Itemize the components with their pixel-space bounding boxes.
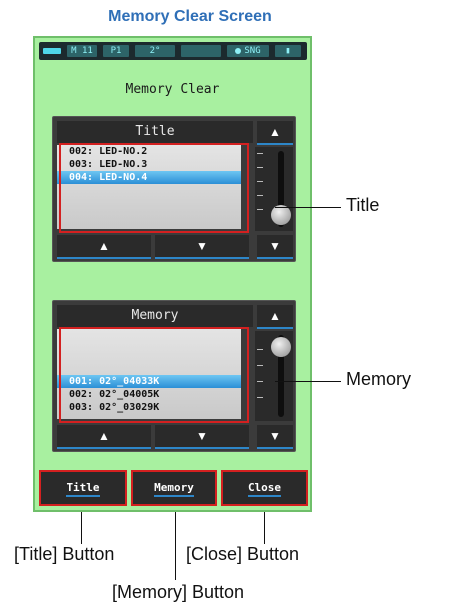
mode-indicator: SNG (227, 45, 269, 57)
title-button-callout: [Title] Button (14, 544, 115, 564)
scroll-top-button[interactable]: ▲ (257, 121, 293, 145)
title-panel: Title ▲ 002: LED-NO.2 003: LED-NO.3 004:… (52, 116, 296, 262)
memory-button-label: Memory (154, 481, 194, 497)
scroll-top-button[interactable]: ▲ (257, 305, 293, 329)
double-down-arrow-icon: ▼ (269, 239, 281, 253)
figure-caption: Memory Clear Screen (108, 8, 272, 25)
double-up-arrow-icon: ▲ (269, 125, 281, 139)
title-panel-header: Title (57, 121, 253, 143)
memory-panel: Memory ▲ 001: 02°_04033K 002: 02°_04005K… (52, 300, 296, 452)
memory-scrollbar[interactable] (255, 331, 293, 421)
down-arrow-icon: ▼ (196, 429, 208, 443)
title-button-label: Title (66, 481, 100, 497)
status-bar: M 11 P1 2° SNG ▮ (39, 42, 307, 60)
title-callout: Title (346, 195, 380, 215)
card-icon: ▮ (275, 45, 301, 57)
title-up-button[interactable]: ▲ (57, 235, 151, 259)
title-callout-line (275, 207, 341, 208)
memory-down-button[interactable]: ▼ (155, 425, 249, 449)
memory-callout-line (275, 381, 341, 382)
close-button[interactable]: Close (221, 470, 308, 506)
memory-button[interactable]: Memory (131, 470, 217, 506)
close-button-label: Close (247, 481, 282, 497)
double-down-arrow-icon: ▼ (269, 429, 281, 443)
device-screen: M 11 P1 2° SNG ▮ Memory Clear Title ▲ 00… (33, 36, 312, 512)
close-button-callout: [Close] Button (186, 544, 300, 564)
title-list-highlight (59, 143, 249, 233)
blank-indicator (181, 45, 221, 57)
program-indicator: P1 (103, 45, 129, 57)
close-button-callout-line (264, 512, 265, 544)
memory-count-indicator: M 11 (67, 45, 97, 57)
battery-icon (43, 48, 61, 54)
mode-label: SNG (244, 46, 261, 56)
scroll-bottom-button[interactable]: ▼ (257, 235, 293, 259)
title-button-callout-line (81, 512, 82, 544)
scroll-knob[interactable] (271, 205, 291, 225)
memory-callout: Memory (346, 369, 412, 389)
memory-list-highlight (59, 327, 249, 423)
memory-button-callout-line (175, 512, 176, 580)
screen-title: Memory Clear (125, 82, 220, 97)
up-arrow-icon: ▲ (98, 429, 110, 443)
mode-dot-icon (235, 47, 242, 54)
down-arrow-icon: ▼ (196, 239, 208, 253)
up-arrow-icon: ▲ (98, 239, 110, 253)
memory-button-callout: [Memory] Button (112, 582, 245, 602)
scroll-bottom-button[interactable]: ▼ (257, 425, 293, 449)
title-down-button[interactable]: ▼ (155, 235, 249, 259)
title-button[interactable]: Title (39, 470, 127, 506)
memory-panel-header: Memory (57, 305, 253, 327)
scroll-knob[interactable] (271, 337, 291, 357)
double-up-arrow-icon: ▲ (269, 309, 281, 323)
title-scrollbar[interactable] (255, 147, 293, 231)
memory-up-button[interactable]: ▲ (57, 425, 151, 449)
viewing-angle-indicator: 2° (135, 45, 175, 57)
